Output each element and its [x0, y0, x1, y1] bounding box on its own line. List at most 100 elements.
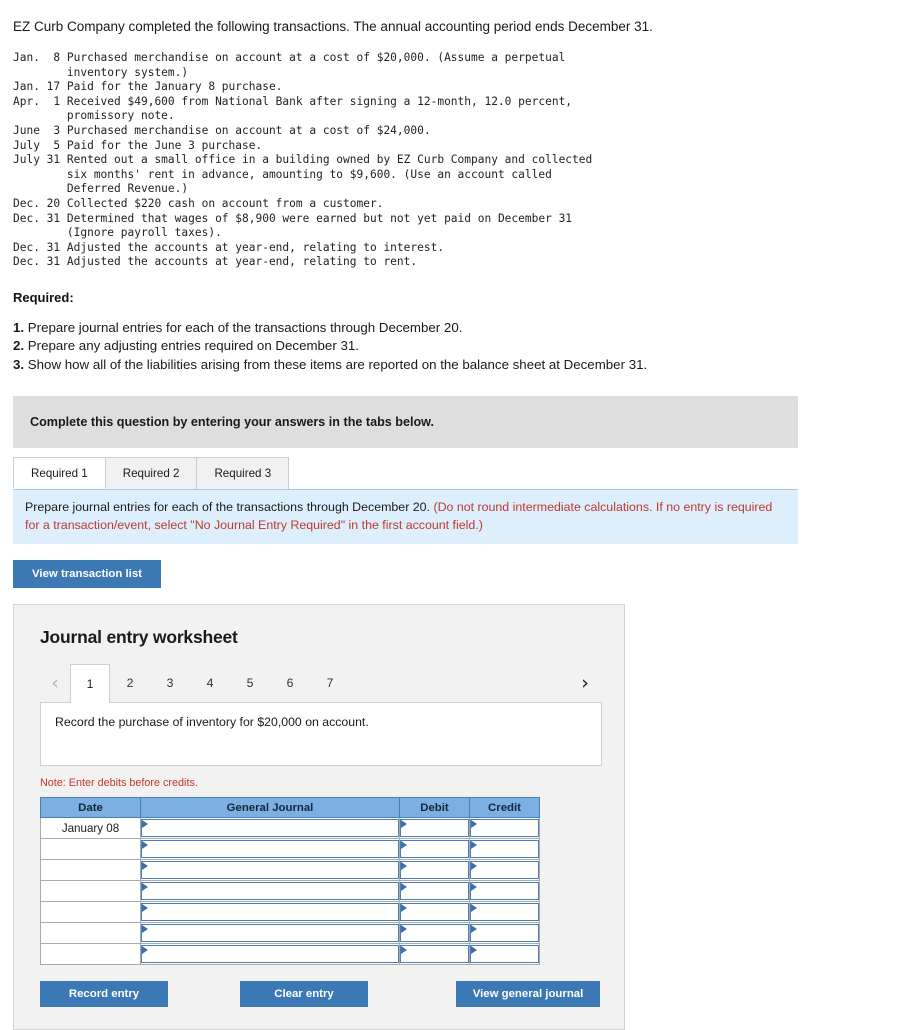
- worksheet-pagination: ‹ 1 2 3 4 5 6 7 ›: [40, 664, 602, 704]
- debit-input-field[interactable]: [400, 840, 469, 859]
- transaction-list-text: Jan. 8 Purchased merchandise on account …: [13, 51, 593, 269]
- dropdown-marker-icon: [471, 946, 477, 955]
- transaction-description-text: Record the purchase of inventory for $20…: [55, 715, 369, 730]
- dropdown-marker-icon: [142, 841, 148, 850]
- cell-credit[interactable]: [469, 817, 540, 840]
- cell-general-journal[interactable]: [140, 943, 400, 966]
- cell-credit[interactable]: [469, 901, 540, 924]
- dropdown-marker-icon: [142, 862, 148, 871]
- cell-debit[interactable]: [399, 859, 470, 882]
- cell-credit[interactable]: [469, 838, 540, 861]
- debit-input-field[interactable]: [400, 882, 469, 901]
- journal-entry-worksheet-panel: Journal entry worksheet ‹ 1 2 3 4 5 6 7 …: [13, 604, 625, 1030]
- view-transaction-list-button[interactable]: View transaction list: [13, 560, 161, 589]
- account-select-field[interactable]: [141, 840, 399, 859]
- cell-date[interactable]: [40, 859, 141, 882]
- column-header-date: Date: [40, 797, 141, 819]
- cell-debit[interactable]: [399, 817, 470, 840]
- cell-general-journal[interactable]: [140, 859, 400, 882]
- debit-input-field[interactable]: [400, 924, 469, 943]
- account-select-field[interactable]: [141, 945, 399, 964]
- cell-date[interactable]: [40, 901, 141, 924]
- cell-date[interactable]: [40, 838, 141, 861]
- cell-general-journal[interactable]: [140, 922, 400, 945]
- required-item-text: Show how all of the liabilities arising …: [27, 356, 648, 372]
- required-item: 3. Show how all of the liabilities arisi…: [13, 356, 919, 375]
- chevron-right-icon[interactable]: ›: [570, 664, 600, 702]
- worksheet-page-5[interactable]: 5: [230, 664, 270, 702]
- cell-general-journal[interactable]: [140, 838, 400, 861]
- dropdown-marker-icon: [471, 883, 477, 892]
- cell-debit[interactable]: [399, 838, 470, 861]
- worksheet-page-7[interactable]: 7: [310, 664, 350, 702]
- account-select-field[interactable]: [141, 924, 399, 943]
- credit-input-field[interactable]: [470, 945, 539, 964]
- account-select-field[interactable]: [141, 861, 399, 880]
- cell-general-journal[interactable]: [140, 901, 400, 924]
- cell-credit[interactable]: [469, 880, 540, 903]
- info-banner-main-text: Prepare journal entries for each of the …: [25, 500, 434, 515]
- account-select-field[interactable]: [141, 882, 399, 901]
- chevron-left-icon[interactable]: ‹: [40, 664, 70, 702]
- dropdown-marker-icon: [401, 925, 407, 934]
- cell-credit[interactable]: [469, 943, 540, 966]
- cell-date[interactable]: [40, 922, 141, 945]
- debit-input-field[interactable]: [400, 819, 469, 838]
- worksheet-page-6[interactable]: 6: [270, 664, 310, 702]
- tab-required-3[interactable]: Required 3: [196, 457, 290, 490]
- debit-input-field[interactable]: [400, 903, 469, 922]
- view-general-journal-button[interactable]: View general journal: [456, 981, 600, 1008]
- credit-input-field[interactable]: [470, 819, 539, 838]
- question-intro: EZ Curb Company completed the following …: [13, 19, 653, 34]
- account-select-field[interactable]: [141, 903, 399, 922]
- account-select-field[interactable]: [141, 819, 399, 838]
- credit-input-field[interactable]: [470, 840, 539, 859]
- cell-general-journal[interactable]: [140, 817, 400, 840]
- required-item-text: Prepare any adjusting entries required o…: [27, 338, 359, 354]
- record-entry-button[interactable]: Record entry: [40, 981, 168, 1008]
- cell-general-journal[interactable]: [140, 880, 400, 903]
- dropdown-marker-icon: [142, 904, 148, 913]
- cell-debit[interactable]: [399, 922, 470, 945]
- table-row: [40, 922, 540, 945]
- worksheet-page-4[interactable]: 4: [190, 664, 230, 702]
- required-items: 1. Prepare journal entries for each of t…: [13, 319, 919, 375]
- worksheet-page-1[interactable]: 1: [70, 664, 110, 704]
- dropdown-marker-icon: [401, 946, 407, 955]
- cell-debit[interactable]: [399, 943, 470, 966]
- credit-input-field[interactable]: [470, 903, 539, 922]
- cell-date[interactable]: [40, 943, 141, 966]
- dropdown-marker-icon: [401, 883, 407, 892]
- cell-debit[interactable]: [399, 880, 470, 903]
- tab-required-1[interactable]: Required 1: [13, 457, 106, 490]
- credit-input-field[interactable]: [470, 924, 539, 943]
- cell-debit[interactable]: [399, 901, 470, 924]
- dropdown-marker-icon: [401, 820, 407, 829]
- tab-required-2[interactable]: Required 2: [104, 457, 198, 490]
- credit-input-field[interactable]: [470, 882, 539, 901]
- journal-entry-table: Date General Journal Debit Credit Januar…: [40, 797, 540, 966]
- dropdown-marker-icon: [471, 904, 477, 913]
- dropdown-marker-icon: [142, 925, 148, 934]
- required-item-number: 3.: [13, 356, 25, 372]
- cell-credit[interactable]: [469, 859, 540, 882]
- cell-date[interactable]: [40, 880, 141, 903]
- required-item: 2. Prepare any adjusting entries require…: [13, 337, 919, 356]
- table-row: January 08: [40, 817, 540, 840]
- worksheet-page-2[interactable]: 2: [110, 664, 150, 702]
- cell-date[interactable]: January 08: [40, 817, 141, 840]
- worksheet-page-list: 1 2 3 4 5 6 7: [70, 664, 350, 704]
- required-item-number: 2.: [13, 338, 25, 354]
- cell-credit[interactable]: [469, 922, 540, 945]
- table-row: [40, 859, 540, 882]
- worksheet-page-3[interactable]: 3: [150, 664, 190, 702]
- dropdown-marker-icon: [471, 862, 477, 871]
- clear-entry-button[interactable]: Clear entry: [240, 981, 368, 1008]
- debit-input-field[interactable]: [400, 945, 469, 964]
- dropdown-marker-icon: [471, 841, 477, 850]
- table-row: [40, 901, 540, 924]
- credit-input-field[interactable]: [470, 861, 539, 880]
- requirement-info-banner: Prepare journal entries for each of the …: [13, 489, 798, 545]
- instruction-bar: Complete this question by entering your …: [13, 396, 798, 449]
- debit-input-field[interactable]: [400, 861, 469, 880]
